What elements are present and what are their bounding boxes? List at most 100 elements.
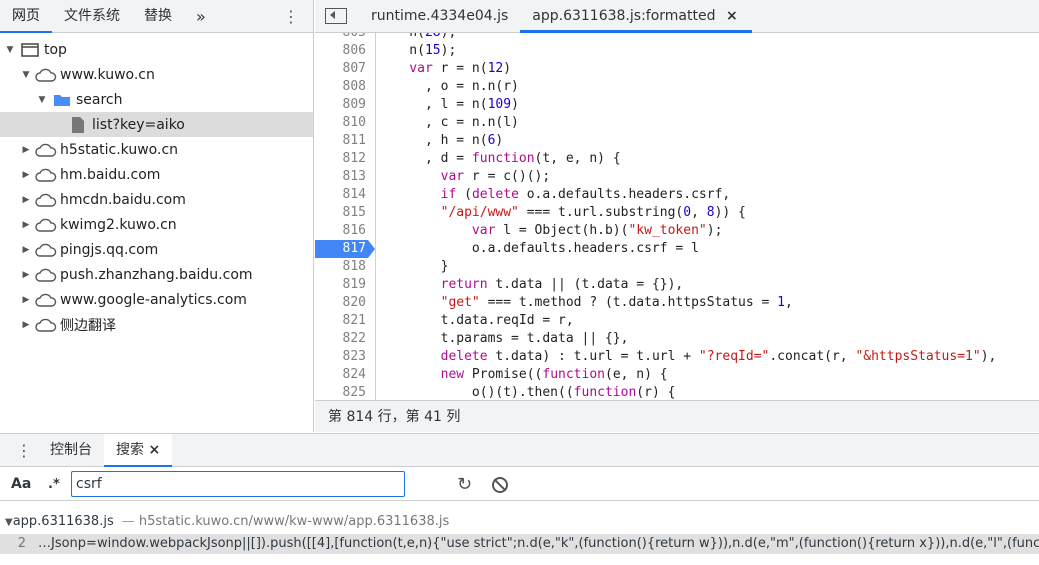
search-input[interactable]: csrf bbox=[71, 471, 405, 497]
drawer-menu-icon[interactable]: ⋮ bbox=[16, 441, 32, 460]
tree-item[interactable]: ▶ hmcdn.baidu.com bbox=[0, 187, 313, 212]
line-number[interactable]: 821 bbox=[315, 312, 368, 330]
code-line: 811 , h = n(6) bbox=[315, 132, 1039, 150]
code-line: 820 "get" === t.method ? (t.data.httpsSt… bbox=[315, 294, 1039, 312]
tree-item[interactable]: ▶ 侧边翻译 bbox=[0, 312, 313, 337]
tab-search[interactable]: 搜索 × bbox=[104, 433, 173, 467]
close-tab-icon[interactable]: × bbox=[726, 8, 738, 24]
collapsed-triangle-icon[interactable]: ▶ bbox=[20, 320, 32, 330]
tab-page[interactable]: 网页 bbox=[0, 0, 52, 33]
code-token: return bbox=[378, 277, 488, 292]
code-token: ), bbox=[980, 349, 997, 364]
tree-item[interactable]: ▶ push.zhanzhang.baidu.com bbox=[0, 262, 313, 287]
tree-item[interactable]: ▶ kwimg2.kuwo.cn bbox=[0, 212, 313, 237]
code-token: 109 bbox=[487, 97, 512, 112]
tab-overrides[interactable]: 替换 bbox=[132, 0, 184, 33]
code-token: ) bbox=[503, 61, 512, 76]
editor-tab-runtime[interactable]: runtime.4334e04.js bbox=[359, 0, 520, 33]
line-number[interactable]: 819 bbox=[315, 276, 368, 294]
tree-item[interactable]: ▼ top bbox=[0, 37, 313, 62]
tree-item[interactable]: ▶ pingjs.qq.com bbox=[0, 237, 313, 262]
code-token: ( bbox=[456, 187, 472, 202]
code-line: 807 var r = n(12) bbox=[315, 60, 1039, 78]
breakpoint-line-number[interactable]: 817 bbox=[315, 240, 375, 258]
menu-kebab-icon[interactable]: ⋮ bbox=[283, 7, 299, 26]
code-token: r = n( bbox=[432, 61, 488, 76]
expanded-triangle-icon[interactable]: ▼ bbox=[4, 45, 16, 55]
collapsed-triangle-icon[interactable]: ▶ bbox=[20, 170, 32, 180]
code-editor[interactable]: 805 n(28),806 n(15);807 var r = n(12)808… bbox=[315, 33, 1039, 400]
code-token: 1 bbox=[777, 295, 785, 310]
line-number[interactable]: 818 bbox=[315, 258, 368, 276]
code-line: 813 var r = c()(); bbox=[315, 168, 1039, 186]
collapsed-triangle-icon[interactable]: ▶ bbox=[20, 245, 32, 255]
line-number[interactable]: 814 bbox=[315, 186, 368, 204]
code-line: 822 t.params = t.data || {}, bbox=[315, 330, 1039, 348]
code-line: 814 if (delete o.a.defaults.headers.csrf… bbox=[315, 186, 1039, 204]
cloud-icon bbox=[35, 267, 57, 283]
code-token: function bbox=[542, 367, 605, 382]
line-number[interactable]: 825 bbox=[315, 384, 368, 400]
tree-item-label: hmcdn.baidu.com bbox=[60, 191, 186, 208]
line-number[interactable]: 824 bbox=[315, 366, 368, 384]
tree-item[interactable]: ▶ www.google-analytics.com bbox=[0, 287, 313, 312]
match-case-toggle[interactable]: Aa bbox=[11, 476, 31, 492]
search-result-line[interactable]: 2 …Jsonp=window.webpackJsonp||[]).push([[… bbox=[0, 534, 1039, 554]
search-result-file[interactable]: ▼app.6311638.js — h5static.kuwo.cn/www/kw… bbox=[0, 512, 1039, 532]
line-number[interactable]: 812 bbox=[315, 150, 368, 168]
code-token: ) bbox=[511, 97, 519, 112]
line-number[interactable]: 807 bbox=[315, 60, 368, 78]
toggle-navigator-icon[interactable] bbox=[325, 8, 347, 24]
expanded-triangle-icon[interactable]: ▼ bbox=[36, 95, 48, 105]
navigator-panel: 网页 文件系统 替换 » ⋮ ▼ top ▼ www.kuwo.cn ▼ search li… bbox=[0, 0, 314, 432]
refresh-icon[interactable]: ↻ bbox=[457, 474, 472, 495]
code-token: var bbox=[378, 223, 496, 238]
line-number[interactable]: 809 bbox=[315, 96, 368, 114]
tab-filesystem[interactable]: 文件系统 bbox=[52, 0, 132, 33]
line-number[interactable]: 822 bbox=[315, 330, 368, 348]
code-token: ); bbox=[440, 43, 457, 58]
line-number[interactable]: 805 bbox=[315, 33, 368, 42]
line-number[interactable]: 820 bbox=[315, 294, 368, 312]
tree-item[interactable]: list?key=aiko bbox=[0, 112, 313, 137]
line-number[interactable]: 813 bbox=[315, 168, 368, 186]
tree-item[interactable]: ▶ hm.baidu.com bbox=[0, 162, 313, 187]
line-number[interactable]: 806 bbox=[315, 42, 368, 60]
tree-item-label: search bbox=[76, 91, 123, 108]
expanded-triangle-icon[interactable]: ▼ bbox=[20, 70, 32, 80]
expand-triangle-icon: ▼ bbox=[5, 517, 13, 528]
line-number[interactable]: 815 bbox=[315, 204, 368, 222]
close-tab-icon[interactable]: × bbox=[148, 442, 160, 458]
editor-tab-app-formatted[interactable]: app.6311638.js:formatted × bbox=[520, 0, 752, 33]
regex-toggle[interactable]: .* bbox=[48, 477, 60, 492]
more-tabs-button[interactable]: » bbox=[184, 0, 218, 33]
tree-item[interactable]: ▶ h5static.kuwo.cn bbox=[0, 137, 313, 162]
file-icon bbox=[67, 116, 89, 133]
tab-label: 搜索 bbox=[116, 441, 144, 458]
code-token: new bbox=[378, 367, 465, 382]
line-number[interactable]: 810 bbox=[315, 114, 368, 132]
cloud-icon bbox=[35, 192, 57, 208]
line-number[interactable]: 816 bbox=[315, 222, 368, 240]
tree-item-label: www.kuwo.cn bbox=[60, 66, 155, 83]
result-path: h5static.kuwo.cn/www/kw-www/app.6311638.… bbox=[138, 514, 450, 529]
code-token: delete bbox=[471, 187, 519, 202]
tab-console[interactable]: 控制台 bbox=[38, 434, 104, 467]
line-number[interactable]: 823 bbox=[315, 348, 368, 366]
collapsed-triangle-icon[interactable]: ▶ bbox=[20, 145, 32, 155]
collapsed-triangle-icon[interactable]: ▶ bbox=[20, 270, 32, 280]
navigator-tabbar: 网页 文件系统 替换 » ⋮ bbox=[0, 0, 313, 33]
code-token: "?reqId=" bbox=[698, 349, 770, 364]
line-number[interactable]: 811 bbox=[315, 132, 368, 150]
tree-item[interactable]: ▼ search bbox=[0, 87, 313, 112]
tree-item[interactable]: ▼ www.kuwo.cn bbox=[0, 62, 313, 87]
code-line: 819 return t.data || (t.data = {}), bbox=[315, 276, 1039, 294]
code-token: "kw_token" bbox=[628, 223, 707, 238]
code-token: l = Object(h.b)( bbox=[495, 223, 629, 238]
collapsed-triangle-icon[interactable]: ▶ bbox=[20, 220, 32, 230]
code-line: 809 , l = n(109) bbox=[315, 96, 1039, 114]
line-number[interactable]: 808 bbox=[315, 78, 368, 96]
clear-icon[interactable] bbox=[492, 477, 508, 493]
collapsed-triangle-icon[interactable]: ▶ bbox=[20, 295, 32, 305]
collapsed-triangle-icon[interactable]: ▶ bbox=[20, 195, 32, 205]
